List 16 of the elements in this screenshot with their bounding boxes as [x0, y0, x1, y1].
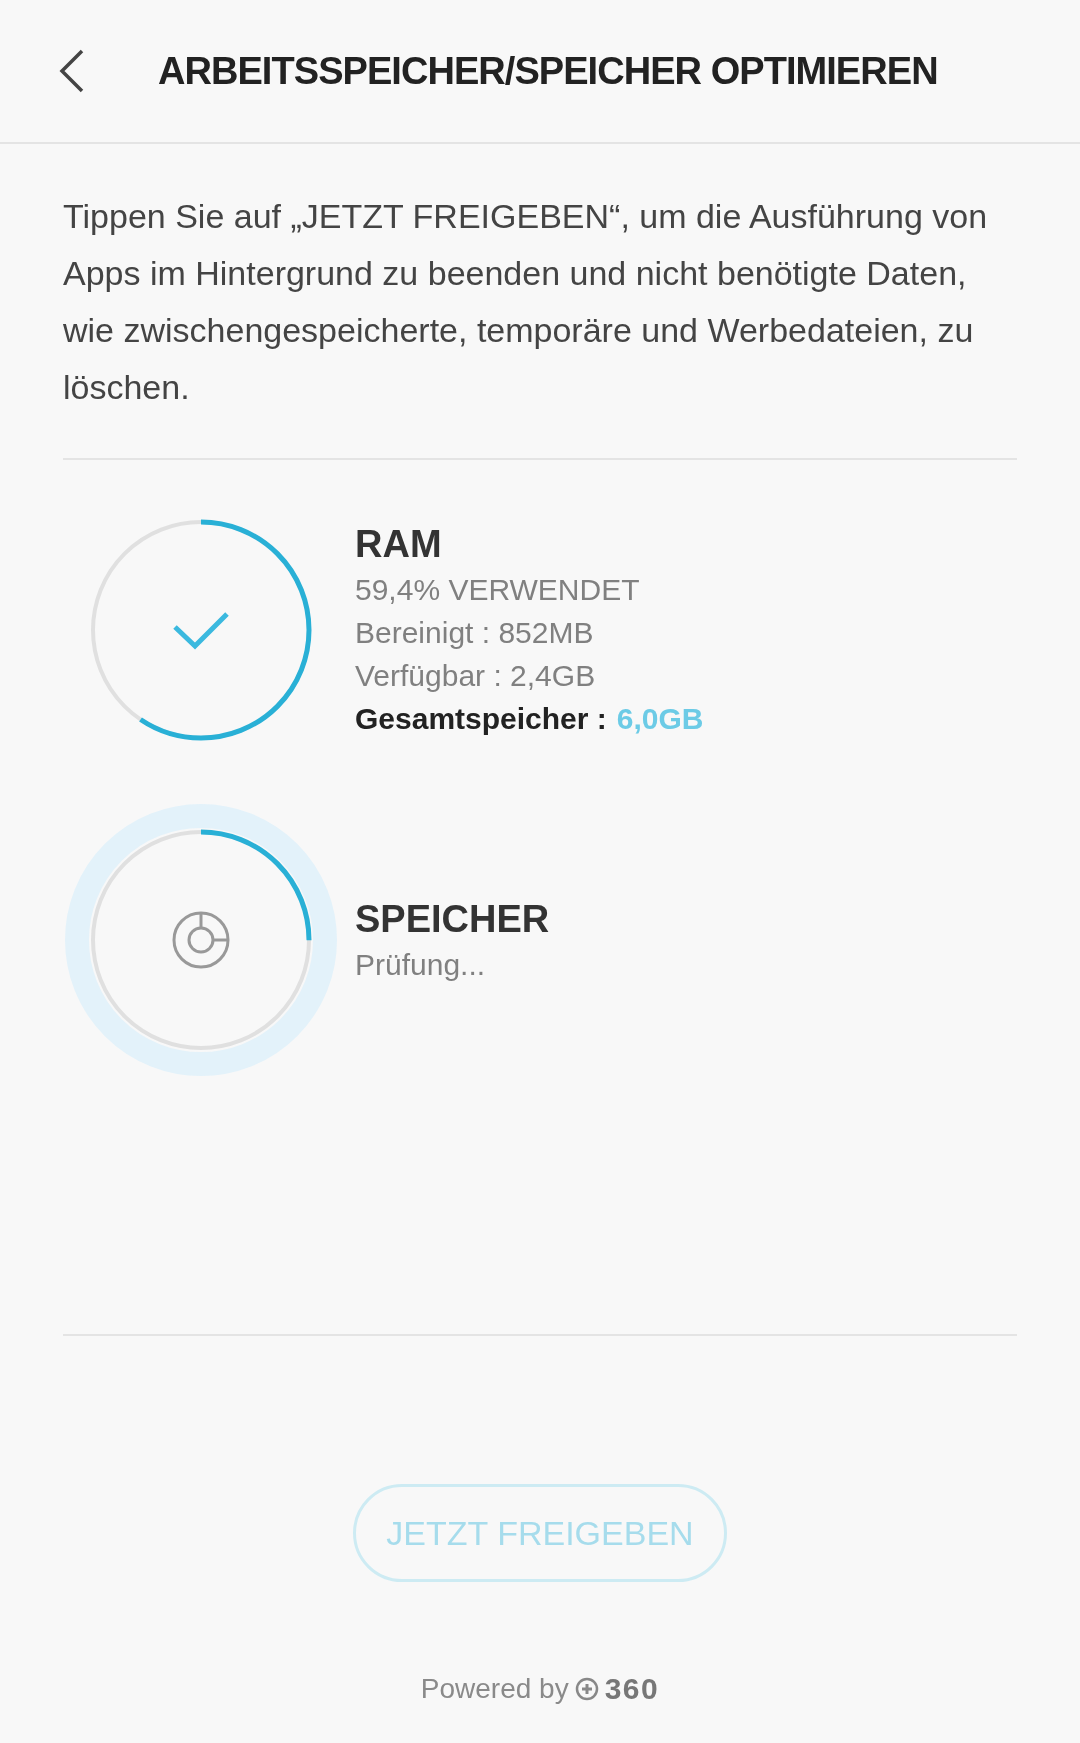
disk-icon: [171, 910, 231, 970]
total-label: Gesamtspeicher :: [355, 701, 607, 737]
logo-text: 360: [604, 1671, 660, 1707]
info-text: Bereinigt : 852MB: [355, 615, 595, 651]
section-title: RAM: [355, 522, 443, 567]
info-text: Prüfung...: [355, 946, 487, 983]
info-text: 59,4% VERWENDET: [355, 572, 641, 608]
total-value: 6,0GB: [616, 701, 704, 737]
back-icon: [59, 49, 85, 93]
section-title: SPEICHER: [355, 896, 550, 942]
page-title: ARBEITSSPEICHER/SPEICHER OPTIMIEREN: [158, 48, 938, 94]
info-text: Verfügbar : 2,4GB: [355, 658, 597, 694]
plus-circle-icon: [574, 1676, 599, 1701]
powered-by-text: Powered by: [420, 1671, 569, 1706]
description-text: Tippen Sie auf „JETZT FREIGEBEN“, um die Ausführung von Apps im Hintergrund zu beenden und nicht benötigte Daten, wie zwischengespeicherte, temporäre und Werbedateien, zu löschen.: [63, 188, 1017, 460]
check-icon: [172, 610, 230, 650]
